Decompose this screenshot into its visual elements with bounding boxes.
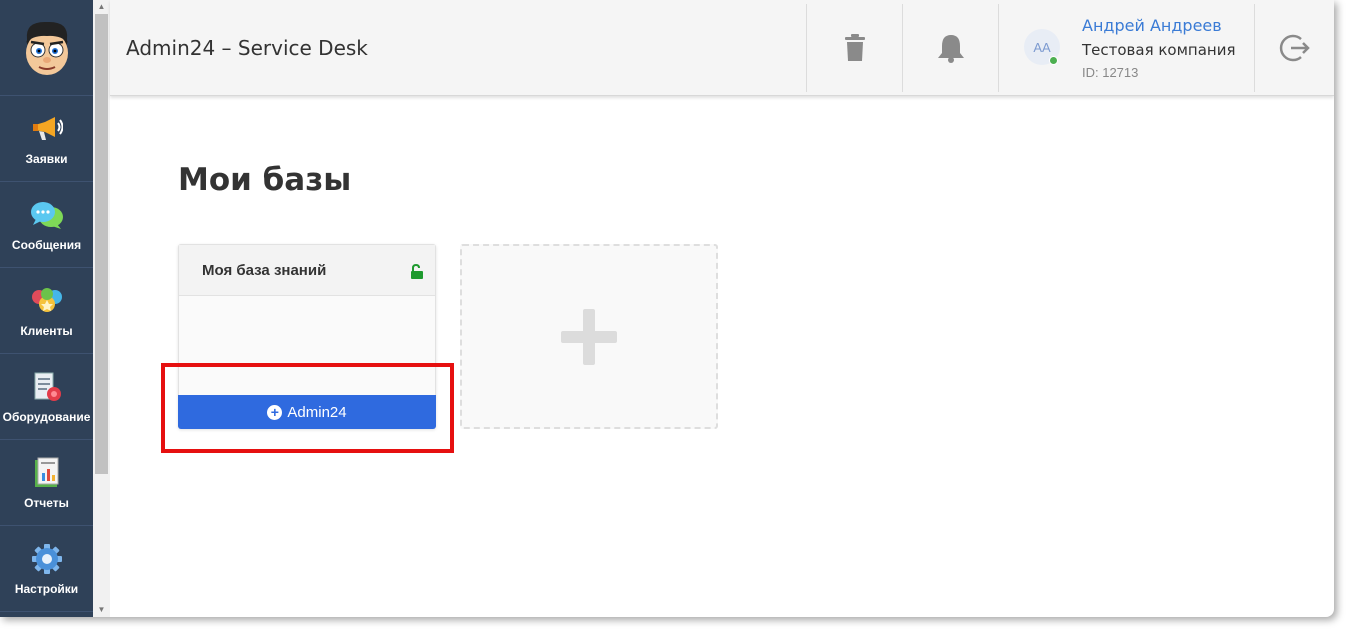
logout-button[interactable] — [1255, 0, 1334, 96]
app-window: Заявки Сообщения Клиенты Оборудование От… — [0, 0, 1334, 617]
app-title: Admin24 – Service Desk — [126, 36, 368, 60]
sidebar-item-requests[interactable]: Заявки — [0, 96, 93, 182]
online-status-dot — [1049, 56, 1058, 65]
unlock-icon[interactable] — [410, 264, 424, 280]
highlight-annotation-box — [161, 363, 454, 453]
scroll-down-arrow-icon[interactable]: ▼ — [93, 603, 110, 617]
sidebar-scrollbar[interactable]: ▲ ▼ — [93, 0, 110, 617]
user-id: ID: 12713 — [1082, 65, 1139, 80]
equipment-icon — [30, 370, 64, 404]
card-header: Моя база знаний — [179, 245, 435, 296]
bell-icon — [937, 35, 964, 63]
sidebar-item-messages[interactable]: Сообщения — [0, 182, 93, 268]
trash-icon — [844, 34, 865, 61]
sidebar-item-label: Клиенты — [20, 323, 73, 338]
logo[interactable] — [0, 0, 93, 96]
page-title: Мои базы — [178, 162, 352, 198]
sidebar-item-label: Заявки — [25, 151, 68, 166]
header-divider — [998, 4, 999, 92]
scrollbar-thumb[interactable] — [95, 14, 108, 474]
notifications-button[interactable] — [903, 0, 998, 96]
megaphone-icon — [30, 112, 64, 146]
sidebar-item-equipment[interactable]: Оборудование — [0, 354, 93, 440]
sidebar-item-label: Отчеты — [24, 495, 69, 510]
sidebar-item-label: Оборудование — [2, 409, 91, 424]
add-base-card[interactable] — [460, 244, 718, 429]
sidebar-item-settings[interactable]: Настройки — [0, 526, 93, 612]
sidebar-item-label: Сообщения — [11, 237, 82, 252]
clients-icon — [30, 284, 64, 318]
sidebar-item-reports[interactable]: Отчеты — [0, 440, 93, 526]
sidebar-item-label: Настройки — [14, 581, 79, 596]
sidebar: Заявки Сообщения Клиенты Оборудование От… — [0, 0, 93, 617]
card-title[interactable]: Моя база знаний — [202, 262, 326, 279]
cartoon-face-logo — [25, 21, 68, 75]
logout-icon — [1279, 34, 1310, 62]
user-name-link[interactable]: Андрей Андреев — [1082, 16, 1222, 35]
report-icon — [30, 456, 64, 490]
sidebar-item-clients[interactable]: Клиенты — [0, 268, 93, 354]
scroll-up-arrow-icon[interactable]: ▲ — [93, 0, 110, 14]
top-header: Admin24 – Service Desk AA Андрей Андреев… — [110, 0, 1334, 96]
trash-button[interactable] — [807, 0, 902, 96]
plus-icon-bar — [561, 331, 617, 343]
user-company: Тестовая компания — [1082, 41, 1236, 59]
gear-icon — [30, 542, 64, 576]
chat-bubbles-icon — [30, 198, 64, 232]
